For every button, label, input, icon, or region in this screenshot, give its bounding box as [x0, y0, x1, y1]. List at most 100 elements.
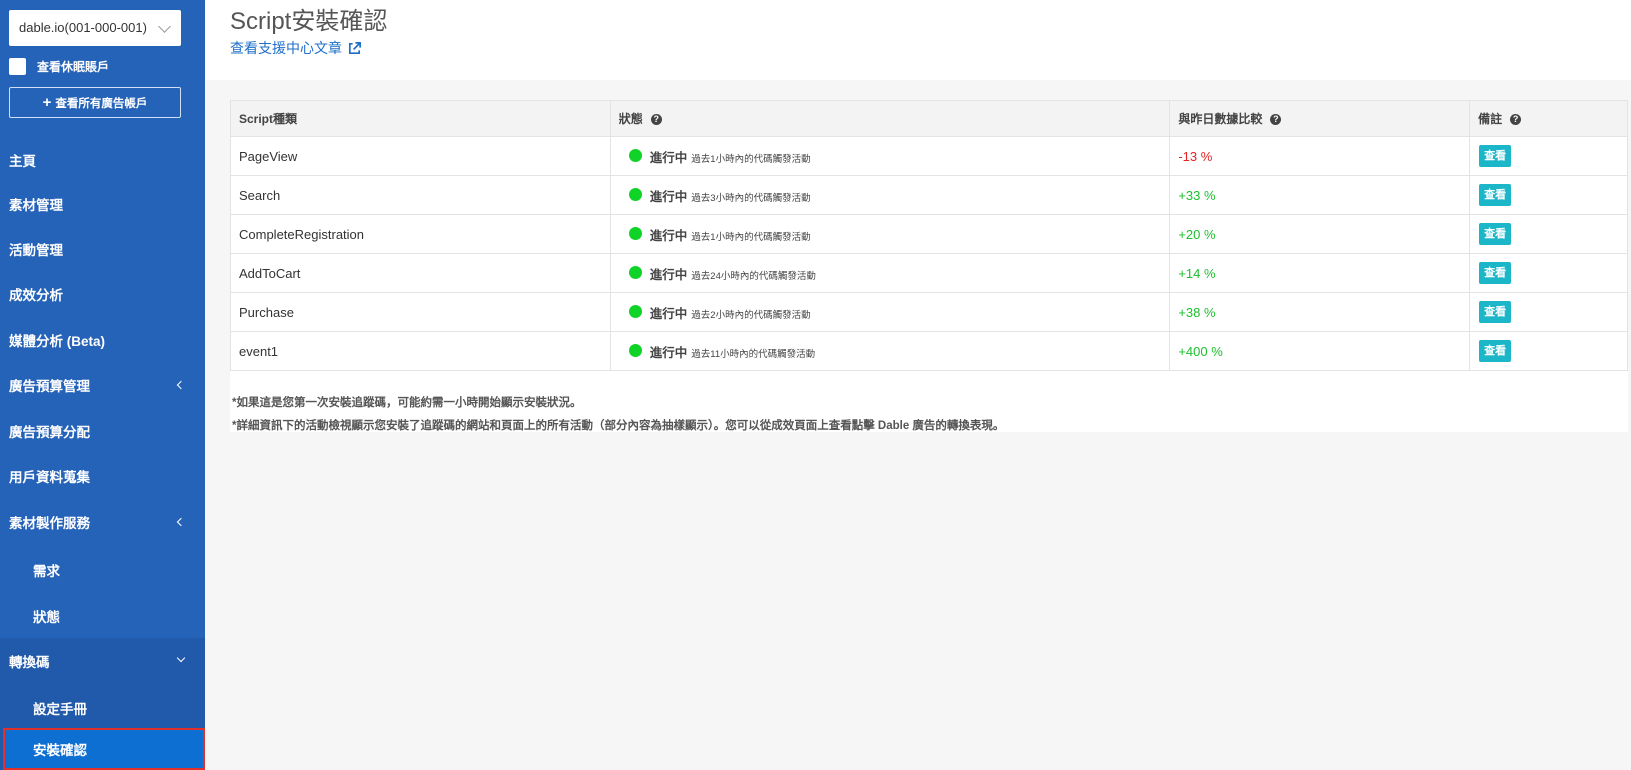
notes-cell: 查看 [1469, 292, 1628, 332]
view-all-accounts-button[interactable]: + 查看所有廣告帳戶 [9, 87, 181, 118]
status-text: 進行中 [649, 345, 688, 360]
compare-cell: -13 % [1169, 136, 1471, 176]
compare-cell: +400 % [1169, 331, 1471, 371]
sidebar-item-label: 設定手冊 [33, 701, 87, 717]
sidebar-item-audience[interactable]: 用戶資料蒐集 [0, 453, 205, 498]
table-row: Search 進行中 過去3小時內的代碼觸發活動 +33 % 查看 [230, 175, 1628, 215]
status-dot-icon [628, 187, 642, 201]
column-header-label: 備註 [1478, 112, 1503, 126]
page-header: Script安裝確認 查看支援中心文章 [205, 0, 1631, 80]
table-row: Purchase 進行中 過去2小時內的代碼觸發活動 +38 % 查看 [230, 292, 1628, 332]
sidebar-item-label: 狀態 [33, 609, 60, 625]
status-description: 過去1小時內的代碼觸發活動 [691, 153, 811, 165]
column-header-status: 狀態? [609, 100, 1171, 137]
script-status-panel: Script種類 狀態? 與昨日數據比較? 備註? PageView 進行中 過去… [230, 100, 1628, 432]
chevron-down-icon [158, 20, 171, 33]
sidebar-item-conversion[interactable]: 轉換碼 [0, 638, 205, 683]
view-button[interactable]: 查看 [1479, 301, 1512, 323]
notes-cell: 查看 [1469, 214, 1628, 254]
compare-cell: +33 % [1169, 175, 1471, 215]
note-line: *如果這是您第一次安裝追蹤碼，可能約需一小時開始顯示安裝狀況。 [232, 397, 582, 409]
view-button[interactable]: 查看 [1479, 340, 1512, 362]
compare-cell: +20 % [1169, 214, 1471, 254]
status-cell: 進行中 過去1小時內的代碼觸發活動 [609, 214, 1171, 254]
sidebar-item-home[interactable]: 主頁 [0, 137, 205, 182]
sidebar-item-label: 主頁 [9, 153, 36, 169]
status-text: 進行中 [649, 228, 688, 243]
status-dot-icon [628, 265, 642, 279]
sidebar-item-label: 轉換碼 [9, 654, 50, 670]
external-link-icon [348, 41, 361, 54]
column-header-script-type: Script種類 [230, 100, 611, 137]
script-type-cell: event1 [230, 331, 611, 371]
sidebar-item-install-check[interactable]: 安裝確認 [3, 728, 205, 770]
help-icon[interactable]: ? [1270, 114, 1282, 126]
sidebar-item-label: 需求 [33, 563, 60, 579]
notes-cell: 查看 [1469, 175, 1628, 215]
dormant-label: 查看休眠賬戶 [37, 59, 110, 74]
help-icon[interactable]: ? [1510, 114, 1522, 126]
sidebar-item-label: 用戶資料蒐集 [9, 469, 90, 485]
sidebar-item-campaigns[interactable]: 活動管理 [0, 226, 205, 271]
help-icon[interactable]: ? [650, 114, 662, 126]
account-select-value: dable.io(001-000-001) [19, 20, 147, 35]
note-line: *詳細資訊下的活動檢視顯示您安裝了追蹤碼的網站和頁面上的所有活動（部分內容為抽樣… [232, 420, 1005, 432]
sidebar-item-budget-management[interactable]: 廣告預算管理 [0, 362, 205, 407]
table-row: event1 進行中 過去11小時內的代碼觸發活動 +400 % 查看 [230, 331, 1628, 371]
sidebar-item-creatives[interactable]: 素材管理 [0, 181, 205, 226]
view-all-accounts-label: 查看所有廣告帳戶 [55, 97, 148, 110]
status-description: 過去1小時內的代碼觸發活動 [691, 231, 811, 243]
status-description: 過去3小時內的代碼觸發活動 [691, 192, 811, 204]
status-text: 進行中 [649, 150, 688, 165]
column-header-notes: 備註? [1469, 100, 1628, 137]
status-cell: 進行中 過去2小時內的代碼觸發活動 [609, 292, 1171, 332]
view-button[interactable]: 查看 [1479, 223, 1512, 245]
view-button[interactable]: 查看 [1479, 262, 1512, 284]
sidebar-item-performance[interactable]: 成效分析 [0, 271, 205, 316]
status-dot-icon [628, 226, 642, 240]
sidebar-item-status[interactable]: 狀態 [0, 593, 205, 638]
sidebar-item-label: 媒體分析 (Beta) [9, 333, 106, 349]
sidebar-item-budget-allocation[interactable]: 廣告預算分配 [0, 408, 205, 453]
notes-cell: 查看 [1469, 331, 1628, 371]
sidebar: dable.io(001-000-001) 查看休眠賬戶 + 查看所有廣告帳戶 … [0, 0, 205, 770]
status-cell: 進行中 過去11小時內的代碼觸發活動 [609, 331, 1171, 371]
sidebar-item-label: 廣告預算管理 [9, 378, 90, 394]
chevron-left-icon [176, 380, 186, 390]
sidebar-item-setup-guide[interactable]: 設定手冊 [0, 685, 205, 730]
status-text: 進行中 [649, 306, 688, 321]
status-dot-icon [628, 148, 642, 162]
sidebar-item-media-analysis[interactable]: 媒體分析 (Beta) [0, 317, 205, 362]
status-description: 過去24小時內的代碼觸發活動 [691, 270, 816, 282]
status-dot-icon [628, 343, 642, 357]
help-center-link[interactable]: 查看支援中心文章 [230, 38, 362, 58]
script-type-cell: PageView [230, 136, 611, 176]
script-type-cell: AddToCart [230, 253, 611, 293]
script-type-cell: CompleteRegistration [230, 214, 611, 254]
view-button[interactable]: 查看 [1479, 145, 1512, 167]
column-header-label: Script種類 [239, 112, 298, 126]
sidebar-item-creative-service[interactable]: 素材製作服務 [0, 499, 205, 544]
chevron-down-icon [176, 653, 186, 663]
account-select[interactable]: dable.io(001-000-001) [9, 10, 181, 46]
dormant-checkbox[interactable] [9, 57, 26, 75]
sidebar-item-requests[interactable]: 需求 [0, 547, 205, 592]
sidebar-item-label: 廣告預算分配 [9, 424, 90, 440]
script-type-cell: Purchase [230, 292, 611, 332]
table-row: AddToCart 進行中 過去24小時內的代碼觸發活動 +14 % 查看 [230, 253, 1628, 293]
help-center-link-label: 查看支援中心文章 [230, 40, 342, 56]
page-title: Script安裝確認 [230, 8, 388, 35]
status-dot-icon [628, 304, 642, 318]
plus-icon: + [42, 94, 52, 111]
sidebar-item-label: 素材管理 [9, 197, 63, 213]
sidebar-item-label: 活動管理 [9, 242, 63, 258]
status-cell: 進行中 過去3小時內的代碼觸發活動 [609, 175, 1171, 215]
status-cell: 進行中 過去1小時內的代碼觸發活動 [609, 136, 1171, 176]
status-text: 進行中 [649, 189, 688, 204]
compare-cell: +14 % [1169, 253, 1471, 293]
dormant-accounts-toggle[interactable]: 查看休眠賬戶 [9, 57, 109, 75]
table-row: CompleteRegistration 進行中 過去1小時內的代碼觸發活動 +2… [230, 214, 1628, 254]
sidebar-item-label: 安裝確認 [33, 743, 87, 758]
column-header-compare: 與昨日數據比較? [1169, 100, 1471, 137]
view-button[interactable]: 查看 [1479, 184, 1512, 206]
